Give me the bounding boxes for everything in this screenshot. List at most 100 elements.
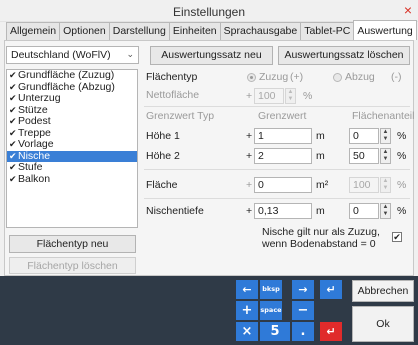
abzug-radio[interactable] — [333, 73, 342, 82]
row-label: Höhe 1 — [146, 130, 180, 142]
column-header-type: Grenzwert Typ — [146, 110, 215, 122]
zuzug-radio[interactable] — [247, 73, 256, 82]
row-label: Nischentiefe — [146, 205, 204, 217]
row-percent: % — [397, 179, 407, 191]
row-unit: m — [316, 150, 325, 162]
divider — [144, 169, 410, 170]
list-item-label: Stütze — [18, 103, 48, 116]
abzug-label: Abzug — [345, 71, 375, 83]
zuzug-sign: (+) — [290, 71, 304, 83]
list-item-label: Balkon — [18, 172, 51, 185]
arrow-left-key[interactable]: ← — [236, 280, 258, 299]
enter-red-key[interactable]: ↵ — [320, 322, 342, 341]
nischentiefe-share-input[interactable]: 0 — [349, 203, 379, 219]
row-label: Fläche — [146, 179, 178, 191]
list-item-label: Unterzug — [18, 92, 61, 104]
backspace-key[interactable]: bksp — [260, 280, 282, 299]
nischentiefe-share-stepper[interactable]: ▲ ▼ — [380, 203, 391, 219]
arrow-right-key[interactable]: → — [292, 280, 314, 299]
list-item-label: Stufe — [18, 161, 43, 173]
row-label: Höhe 2 — [146, 150, 180, 162]
area-type-label: Flächentyp — [146, 71, 198, 83]
column-header-threshold: Grenzwert — [258, 110, 307, 122]
divider — [144, 198, 410, 199]
hoehe1-share-stepper[interactable]: ▲ ▼ — [380, 128, 391, 144]
space-key[interactable]: space — [260, 301, 282, 320]
column-header-share: Flächenanteil — [352, 110, 415, 122]
plus-key[interactable]: + — [236, 301, 258, 320]
net-area-percent: % — [303, 90, 313, 102]
hoehe1-input[interactable]: 1 — [254, 128, 312, 144]
divider — [144, 106, 410, 107]
net-area-sign: + — [246, 90, 253, 102]
row-unit: m — [316, 205, 325, 217]
check-icon: ✔ — [9, 93, 17, 103]
tab-auswertung[interactable]: Auswertung — [353, 20, 417, 40]
tab-einheiten[interactable]: Einheiten — [168, 22, 221, 40]
row-sign: + — [246, 179, 253, 191]
delete-evaluation-set-button[interactable]: Auswertungssatz löschen — [278, 46, 410, 65]
digit-5-key[interactable]: 5 — [260, 322, 290, 341]
ok-button[interactable]: Ok — [352, 306, 414, 342]
net-area-input[interactable]: 100 — [254, 88, 284, 104]
new-area-type-button[interactable]: Flächentyp neu — [9, 235, 136, 253]
country-select[interactable]: Deutschland (WoFlV) ⌄ — [6, 46, 139, 64]
net-area-stepper[interactable]: ▲ ▼ — [285, 88, 296, 104]
niche-note: Nische gilt nur als Zuzug, wenn Bodenabs… — [262, 226, 380, 250]
check-icon: ✔ — [9, 162, 17, 172]
tab-allgemein[interactable]: Allgemein — [6, 22, 61, 40]
row-percent: % — [397, 150, 407, 162]
list-item-label: Grundfläche (Zuzug) — [18, 69, 115, 81]
row-percent: % — [397, 205, 407, 217]
flaeche-share-input[interactable]: 100 — [349, 177, 379, 193]
cancel-button[interactable]: Abbrechen — [352, 280, 414, 302]
zuzug-label: Zuzug — [259, 71, 289, 83]
title-bar: Einstellungen × — [0, 0, 418, 22]
niche-checkbox[interactable]: ✔ — [392, 232, 402, 242]
decimal-key[interactable]: . — [292, 322, 314, 341]
delete-area-type-button[interactable]: Flächentyp löschen — [9, 257, 136, 274]
area-type-list: ✔Grundfläche (Zuzug) ✔Grundfläche (Abzug… — [6, 69, 138, 228]
list-item[interactable]: ✔Balkon — [7, 172, 137, 186]
new-evaluation-set-button[interactable]: Auswertungssatz neu — [150, 46, 273, 65]
check-icon: ✔ — [9, 70, 17, 80]
check-icon: ✔ — [9, 127, 17, 138]
row-sign: + — [246, 130, 253, 142]
row-sign: + — [246, 205, 253, 217]
tab-sprachausgabe[interactable]: Sprachausgabe — [219, 22, 302, 40]
nischentiefe-input[interactable]: 0,13 — [254, 203, 312, 219]
check-icon: ✔ — [9, 81, 17, 92]
list-item-label: Podest — [18, 115, 51, 127]
check-icon: ✔ — [9, 104, 17, 115]
hoehe2-share-stepper[interactable]: ▲ ▼ — [380, 148, 391, 164]
list-item-label: Nische — [18, 149, 51, 162]
tab-darstellung[interactable]: Darstellung — [108, 22, 170, 40]
check-icon: ✔ — [9, 173, 17, 184]
row-sign: + — [246, 150, 253, 162]
flaeche-input[interactable]: 0 — [254, 177, 312, 193]
enter-key[interactable]: ↵ — [320, 280, 342, 299]
tab-optionen[interactable]: Optionen — [59, 22, 110, 40]
tab-tablet-pc[interactable]: Tablet-PC — [300, 22, 355, 40]
check-icon: ✔ — [9, 139, 17, 149]
multiply-key[interactable]: × — [236, 322, 258, 341]
flaeche-share-stepper[interactable]: ▲ ▼ — [380, 177, 391, 193]
row-unit: m² — [316, 179, 329, 191]
check-icon: ✔ — [9, 150, 17, 161]
list-item-label: Grundfläche (Abzug) — [18, 80, 115, 93]
abzug-sign: (-) — [391, 71, 402, 83]
hoehe1-share-input[interactable]: 0 — [349, 128, 379, 144]
window-title: Einstellungen — [172, 5, 246, 19]
close-icon[interactable]: × — [398, 0, 418, 21]
list-item-label: Vorlage — [18, 138, 54, 150]
hoehe2-share-input[interactable]: 50 — [349, 148, 379, 164]
hoehe2-input[interactable]: 2 — [254, 148, 312, 164]
row-unit: m — [316, 130, 325, 142]
chevron-down-icon: ⌄ — [126, 49, 134, 59]
minus-key[interactable]: − — [292, 301, 314, 320]
row-percent: % — [397, 130, 407, 142]
net-area-label: Nettofläche — [146, 89, 200, 101]
tab-bar: Allgemein Optionen Darstellung Einheiten… — [6, 20, 417, 40]
check-icon: ✔ — [9, 116, 17, 126]
country-select-value: Deutschland (WoFlV) — [11, 49, 111, 61]
